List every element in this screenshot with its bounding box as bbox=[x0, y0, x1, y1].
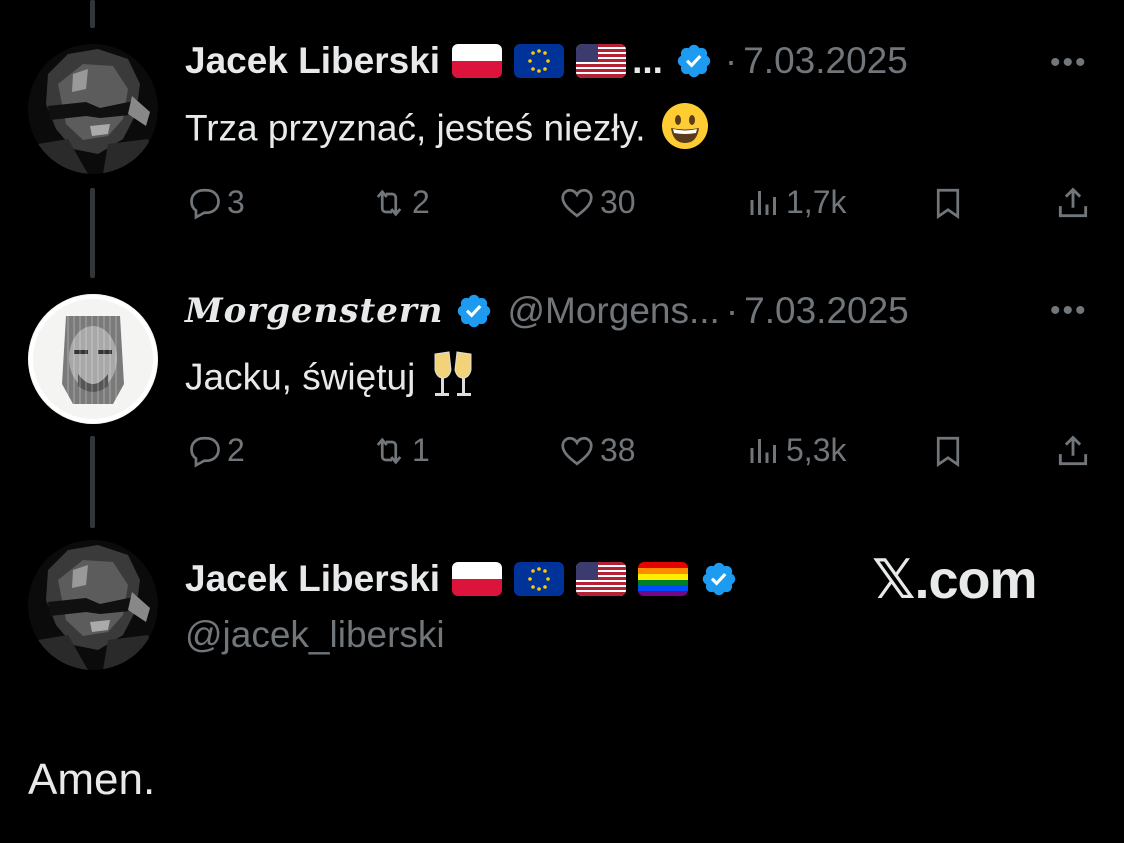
heart-icon bbox=[561, 188, 593, 217]
author-handle[interactable]: @jacek_liberski bbox=[185, 614, 445, 656]
repost-button[interactable]: 1 bbox=[370, 432, 430, 469]
like-count: 30 bbox=[600, 184, 636, 220]
reply-button[interactable]: 2 bbox=[187, 432, 245, 469]
thread-line bbox=[90, 0, 95, 28]
repost-button[interactable]: 2 bbox=[370, 184, 430, 221]
author-name[interactable]: Jacek Liberski bbox=[185, 40, 440, 82]
tweet-text: Trza przyznać, jesteś niezły. bbox=[185, 101, 710, 160]
usa-flag-icon bbox=[576, 562, 627, 596]
repost-count: 1 bbox=[412, 432, 430, 468]
verified-badge-icon bbox=[455, 292, 493, 330]
reply-icon bbox=[190, 188, 220, 220]
separator-dot: · bbox=[725, 290, 739, 331]
like-button[interactable]: 38 bbox=[558, 432, 636, 469]
separator-dot: · bbox=[724, 40, 738, 81]
repost-icon bbox=[376, 189, 402, 216]
name-truncation: ... bbox=[632, 40, 663, 81]
avatar[interactable] bbox=[28, 540, 158, 670]
bookmark-button[interactable] bbox=[930, 184, 966, 222]
tweet-text: Jacku, świętuj bbox=[185, 350, 477, 409]
author-name[interactable]: Morgenstern bbox=[185, 291, 443, 331]
poland-flag-icon bbox=[452, 562, 503, 596]
verified-badge-icon bbox=[700, 560, 738, 598]
post-header: Jacek Liberski bbox=[185, 558, 738, 600]
bookmark-icon bbox=[936, 436, 960, 468]
post-text: Amen. bbox=[28, 755, 156, 804]
heart-icon bbox=[561, 436, 593, 465]
views-icon bbox=[750, 438, 776, 463]
thread-line bbox=[90, 436, 95, 528]
reply-count: 2 bbox=[227, 432, 245, 468]
tweet-header: Morgenstern @Morgens... · 7.03.2025 bbox=[185, 290, 909, 332]
views-button[interactable]: 5,3k bbox=[746, 432, 846, 469]
x-com-watermark: 𝕏.com bbox=[872, 550, 1038, 610]
reply-count: 3 bbox=[227, 184, 245, 220]
avatar[interactable] bbox=[28, 44, 158, 174]
share-icon bbox=[1058, 187, 1088, 218]
share-button[interactable] bbox=[1054, 432, 1092, 470]
repost-icon bbox=[376, 437, 402, 464]
more-icon[interactable]: ••• bbox=[1050, 294, 1088, 328]
clinking-glasses-emoji-icon bbox=[429, 350, 477, 409]
share-button[interactable] bbox=[1054, 184, 1092, 222]
rainbow-flag-icon bbox=[638, 562, 689, 596]
repost-count: 2 bbox=[412, 184, 430, 220]
author-handle[interactable]: @Morgens... bbox=[507, 290, 719, 332]
views-count: 5,3k bbox=[786, 432, 847, 468]
share-icon bbox=[1058, 435, 1088, 466]
views-count: 1,7k bbox=[786, 184, 847, 220]
grinning-face-emoji-icon bbox=[660, 101, 710, 160]
tweet-date[interactable]: 7.03.2025 bbox=[743, 40, 908, 82]
more-icon[interactable]: ••• bbox=[1050, 46, 1088, 80]
tweet-body: Trza przyznać, jesteś niezły. bbox=[185, 107, 646, 149]
poland-flag-icon bbox=[452, 44, 503, 78]
avatar[interactable] bbox=[28, 294, 158, 424]
author-name[interactable]: Jacek Liberski bbox=[185, 558, 440, 600]
like-button[interactable]: 30 bbox=[558, 184, 636, 221]
like-count: 38 bbox=[600, 432, 636, 468]
views-button[interactable]: 1,7k bbox=[746, 184, 846, 221]
tweet-body: Jacku, świętuj bbox=[185, 356, 416, 398]
usa-flag-icon bbox=[576, 44, 627, 78]
bookmark-button[interactable] bbox=[930, 432, 966, 470]
tweet-header: Jacek Liberski ... · 7.03.2025 bbox=[185, 40, 908, 82]
reply-icon bbox=[190, 436, 220, 468]
views-icon bbox=[750, 190, 776, 215]
reply-button[interactable]: 3 bbox=[187, 184, 245, 221]
verified-badge-icon bbox=[675, 42, 713, 80]
eu-flag-icon bbox=[514, 44, 565, 78]
tweet-date[interactable]: 7.03.2025 bbox=[744, 290, 909, 332]
eu-flag-icon bbox=[514, 562, 565, 596]
thread-line bbox=[90, 188, 95, 278]
bookmark-icon bbox=[936, 188, 960, 220]
